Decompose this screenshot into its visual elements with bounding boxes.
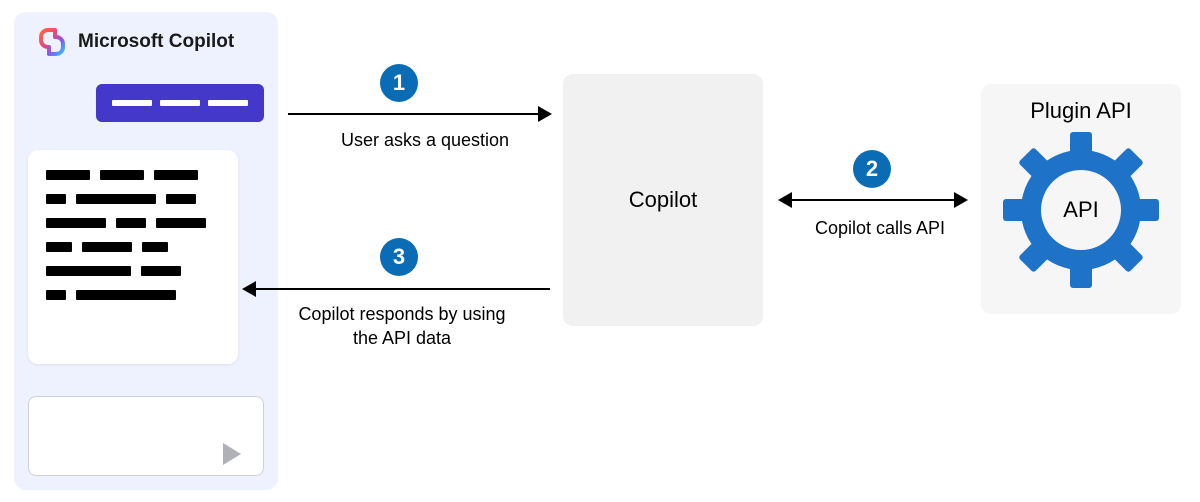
arrow-copilot-to-api: [780, 199, 966, 201]
copilot-chat-panel: Microsoft Copilot: [14, 12, 278, 490]
arrow-copilot-response: [244, 288, 550, 290]
architecture-diagram: Microsoft Copilot Copilot Plugin API: [0, 0, 1200, 502]
step-2-label: Copilot calls API: [800, 216, 960, 240]
api-gear-label: API: [1063, 197, 1098, 223]
copilot-title: Microsoft Copilot: [78, 31, 234, 53]
arrow-user-to-copilot: [288, 113, 550, 115]
send-icon: [223, 443, 241, 465]
api-gear-icon: API: [1001, 130, 1161, 290]
step-3-number: 3: [393, 244, 405, 270]
step-1-label: User asks a question: [320, 128, 530, 152]
copilot-response-card: [28, 150, 238, 364]
user-message-bubble: [96, 84, 264, 122]
copilot-logo-icon: [36, 26, 68, 58]
plugin-api-title: Plugin API: [981, 98, 1181, 124]
step-1-number: 1: [393, 70, 405, 96]
step-3-label: Copilot responds by using the API data: [272, 302, 532, 351]
chat-input-box: [28, 396, 264, 476]
step-3-badge: 3: [380, 238, 418, 276]
copilot-header: Microsoft Copilot: [36, 26, 264, 58]
copilot-engine-box: Copilot: [563, 74, 763, 326]
step-2-number: 2: [866, 156, 878, 182]
plugin-api-box: Plugin API: [981, 84, 1181, 314]
copilot-engine-label: Copilot: [629, 187, 697, 213]
step-2-badge: 2: [853, 150, 891, 188]
step-1-badge: 1: [380, 64, 418, 102]
